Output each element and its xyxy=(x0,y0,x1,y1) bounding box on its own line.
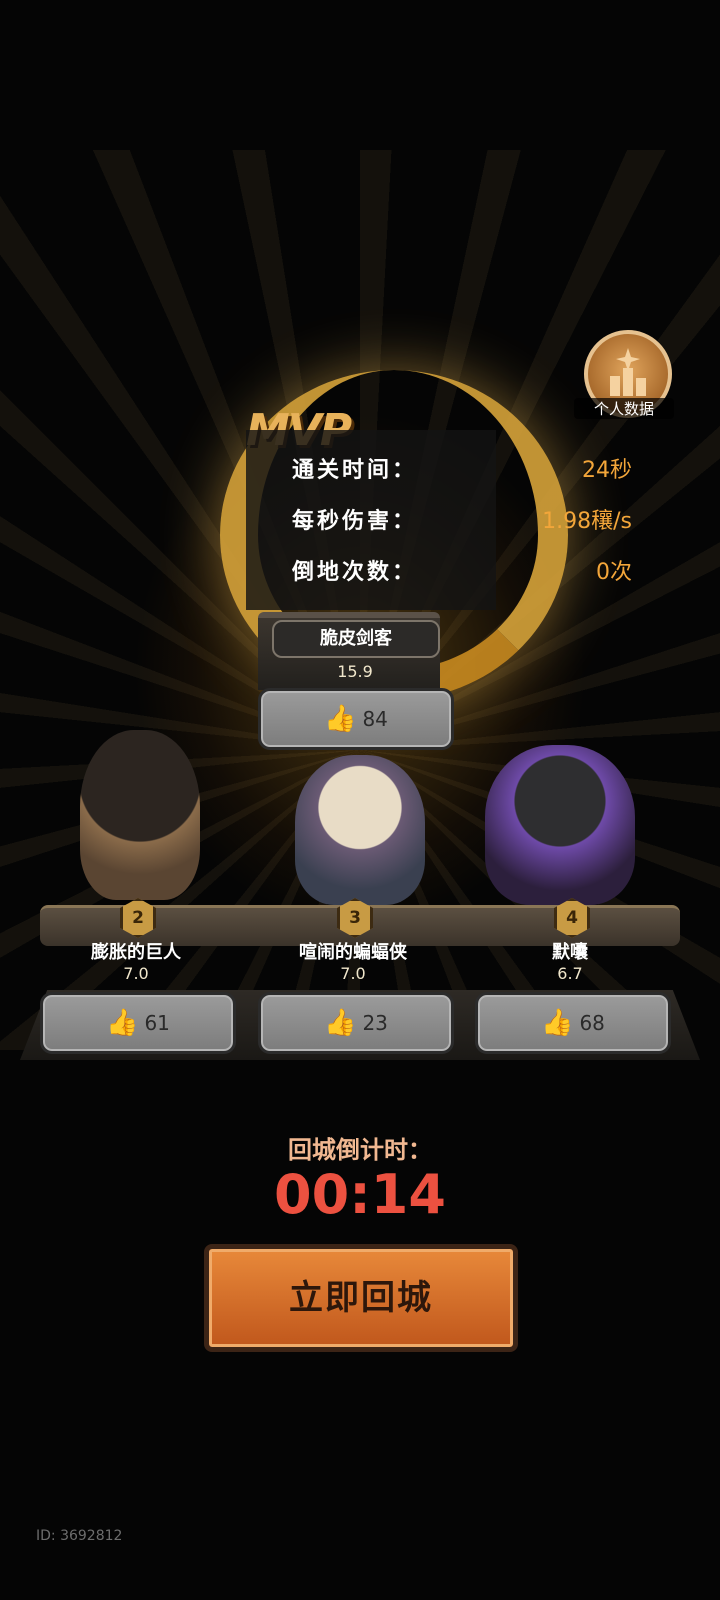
thumbs-up-icon: 👍 xyxy=(541,1008,574,1038)
mvp-like-button[interactable]: 👍 84 xyxy=(258,688,454,750)
stat-label: 每秒伤害： xyxy=(292,509,418,534)
like-button[interactable]: 👍 68 xyxy=(475,992,671,1054)
like-button[interactable]: 👍 23 xyxy=(258,992,454,1054)
like-count: 84 xyxy=(362,707,388,731)
stat-value: 1.98穰/s xyxy=(542,509,632,534)
user-id: ID: 3692812 xyxy=(36,1528,123,1544)
stat-row-dps: 每秒伤害： 1.98穰/s xyxy=(292,503,632,543)
personal-data-label: 个人数据 xyxy=(574,398,674,419)
countdown-label: 回城倒计时： xyxy=(288,1136,432,1164)
hero-score: 7.0 xyxy=(123,964,149,983)
stat-row-clear-time: 通关时间： 24秒 xyxy=(292,452,632,492)
return-to-town-button[interactable]: 立即回城 xyxy=(204,1244,518,1352)
stat-label: 倒地次数： xyxy=(292,560,418,585)
stat-row-knockdowns: 倒地次数： 0次 xyxy=(292,554,632,594)
thumbs-up-icon: 👍 xyxy=(324,1008,357,1038)
mvp-name: 脆皮剑客 xyxy=(272,620,440,658)
hero-figure-mo-nang xyxy=(485,745,635,905)
hero-name: 膨胀的巨人 xyxy=(91,942,181,963)
like-button[interactable]: 👍 61 xyxy=(40,992,236,1054)
stat-value: 0次 xyxy=(596,560,632,585)
stat-label: 通关时间： xyxy=(292,458,418,483)
hero-score: 6.7 xyxy=(557,964,583,983)
countdown-timer: 00:14 xyxy=(274,1163,446,1226)
hero-figure-batman xyxy=(295,755,425,905)
like-count: 68 xyxy=(579,1011,605,1035)
hero-score: 7.0 xyxy=(340,964,366,983)
like-count: 61 xyxy=(144,1011,170,1035)
thumbs-up-icon: 👍 xyxy=(324,704,357,734)
like-count: 23 xyxy=(362,1011,388,1035)
hero-figure-giant xyxy=(80,730,200,900)
stat-value: 24秒 xyxy=(582,458,632,483)
hero-name: 默囔 xyxy=(552,942,588,963)
thumbs-up-icon: 👍 xyxy=(106,1008,139,1038)
mvp-score: 15.9 xyxy=(337,662,373,681)
hero-name: 喧闹的蝙蝠侠 xyxy=(299,942,407,963)
